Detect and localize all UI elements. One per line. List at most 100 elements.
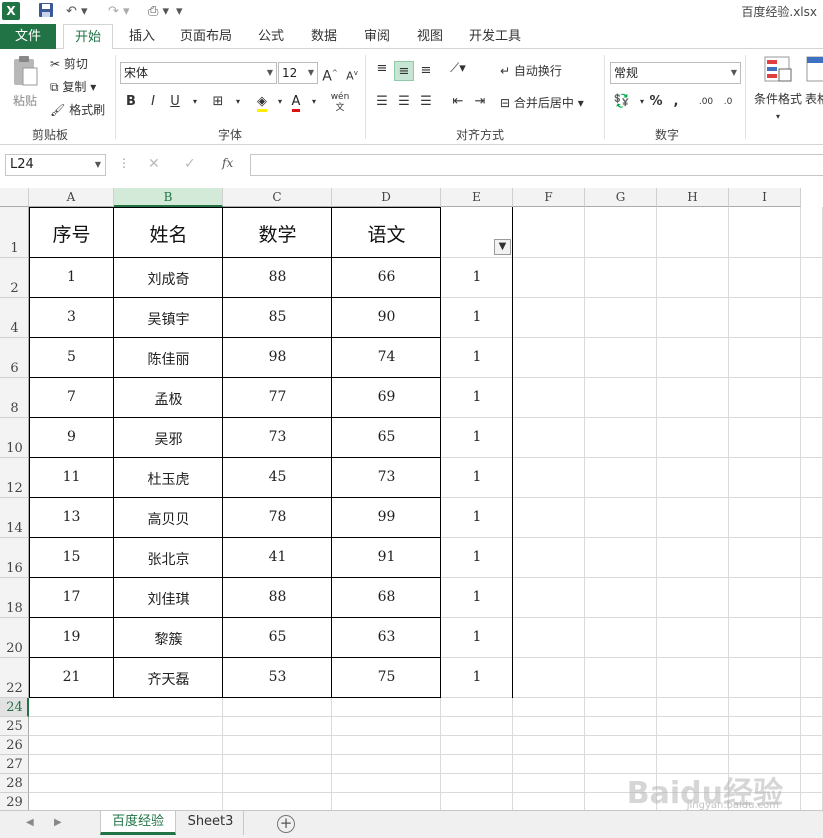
row-header[interactable]: 26 [0,736,29,755]
table-cell[interactable]: 88 [223,589,332,605]
name-box[interactable]: L24 ▼ [5,154,106,176]
cancel-icon[interactable]: ✕ [148,156,160,172]
header-cell[interactable]: 姓名 [114,220,223,247]
table-cell[interactable]: 吴镇宇 [114,309,223,329]
column-header-b[interactable]: B [114,188,223,207]
tab-data[interactable]: 数据 [303,24,345,49]
table-cell[interactable]: 88 [223,269,332,285]
table-cell[interactable]: 74 [332,349,441,365]
table-cell[interactable]: 85 [223,309,332,325]
row-header[interactable]: 29 [0,793,29,810]
table-cell[interactable]: 11 [29,469,114,485]
table-cell[interactable]: 41 [223,549,332,565]
tab-insert[interactable]: 插入 [120,24,164,49]
redo-icon[interactable]: ↷ ▾ [108,2,130,22]
copy-button[interactable]: ⧉ 复制 ▾ [50,78,96,96]
header-cell[interactable]: 序号 [29,220,114,247]
underline-dropdown[interactable]: ▾ [185,92,205,112]
row-header[interactable]: 8 [0,378,29,418]
paste-button[interactable]: 粘贴 [8,55,42,115]
table-cell[interactable]: 陈佳丽 [114,349,223,369]
table-cell[interactable]: 张北京 [114,549,223,569]
align-top-icon[interactable]: ≡ [372,59,392,79]
underline-button[interactable]: U [165,92,185,112]
row-header[interactable]: 16 [0,538,29,578]
table-cell[interactable]: 黎簇 [114,629,223,649]
row-header[interactable]: 4 [0,298,29,338]
save-icon[interactable] [38,2,54,22]
table-cell[interactable]: 高贝贝 [114,509,223,529]
table-cell[interactable]: 吴邪 [114,429,223,449]
tab-page-layout[interactable]: 页面布局 [172,24,240,49]
table-cell[interactable]: 1 [441,389,513,405]
table-cell[interactable]: 13 [29,509,114,525]
table-cell[interactable]: 刘成奇 [114,269,223,289]
table-cell[interactable]: 1 [29,269,114,285]
undo-icon[interactable]: ↶ ▾ [66,2,88,22]
align-right-icon[interactable]: ☰ [416,92,436,112]
shrink-font-button[interactable]: Av [342,63,362,83]
phonetic-guide-button[interactable]: wén 文 [330,92,350,113]
sheet-tab-baidu[interactable]: 百度经验 [100,811,176,835]
font-size-select[interactable]: 12 ▼ [278,62,318,84]
percent-button[interactable]: % [646,92,666,112]
merge-center-button[interactable]: ⊟ 合并后居中 ▾ [500,94,584,112]
table-cell[interactable]: 1 [441,349,513,365]
table-cell[interactable]: 刘佳琪 [114,589,223,609]
print-preview-icon[interactable]: ⎙ ▾ [148,2,169,22]
table-cell[interactable]: 53 [223,669,332,685]
column-header-c[interactable]: C [223,188,332,207]
table-cell[interactable]: 78 [223,509,332,525]
row-header[interactable]: 1 [0,207,29,258]
insert-function-icon[interactable]: fx [222,156,233,170]
table-cell[interactable]: 1 [441,669,513,685]
customize-toolbar-icon[interactable]: ▾ [176,2,183,22]
border-icon[interactable]: ⊞ [208,92,228,112]
table-cell[interactable]: 73 [332,469,441,485]
align-bottom-icon[interactable]: ≡ [416,61,436,81]
filter-icon[interactable]: ▼ [494,239,511,255]
row-header[interactable]: 12 [0,458,29,498]
column-header-g[interactable]: G [585,188,657,207]
column-header-h[interactable]: H [657,188,729,207]
table-cell[interactable]: 77 [223,389,332,405]
table-cell[interactable]: 65 [332,429,441,445]
fill-color-icon[interactable]: ◈ [252,92,272,112]
table-cell[interactable]: 65 [223,629,332,645]
table-cell[interactable]: 91 [332,549,441,565]
table-cell[interactable]: 19 [29,629,114,645]
table-cell[interactable]: 9 [29,429,114,445]
orientation-icon[interactable]: ⟋▾ [448,59,468,79]
table-cell[interactable]: 99 [332,509,441,525]
tab-review[interactable]: 审阅 [356,24,398,49]
table-cell[interactable]: 1 [441,269,513,285]
select-all-corner[interactable] [0,188,29,207]
table-cell[interactable]: 90 [332,309,441,325]
table-cell[interactable]: 3 [29,309,114,325]
font-name-select[interactable]: 宋体 ▼ [120,62,277,84]
decrease-decimal-icon[interactable]: .0 [718,92,738,112]
tab-view[interactable]: 视图 [409,24,451,49]
row-header[interactable]: 10 [0,418,29,458]
table-cell[interactable]: 1 [441,469,513,485]
table-cell[interactable]: 1 [441,429,513,445]
cut-button[interactable]: ✂ 剪切 [50,55,88,73]
align-left-icon[interactable]: ☰ [372,92,392,112]
align-center-icon[interactable]: ☰ [394,92,414,112]
tab-home[interactable]: 开始 [63,24,113,50]
table-cell[interactable]: 73 [223,429,332,445]
column-header-e[interactable]: E [441,188,513,207]
tab-developer[interactable]: 开发工具 [462,24,528,49]
conditional-formatting-button[interactable]: 条件格式 ▾ [750,55,806,126]
prev-sheet-icon[interactable]: ◀ [26,817,34,828]
row-header[interactable]: 25 [0,717,29,736]
currency-icon[interactable]: 💱 [612,92,632,112]
row-header[interactable]: 20 [0,618,29,658]
row-header[interactable]: 14 [0,498,29,538]
tab-formulas[interactable]: 公式 [250,24,292,49]
header-cell[interactable]: 语文 [332,220,441,247]
table-cell[interactable]: 69 [332,389,441,405]
number-format-select[interactable]: 常规 ▼ [610,62,741,84]
format-painter-button[interactable]: 🖌 格式刷 [50,101,105,119]
table-cell[interactable]: 75 [332,669,441,685]
